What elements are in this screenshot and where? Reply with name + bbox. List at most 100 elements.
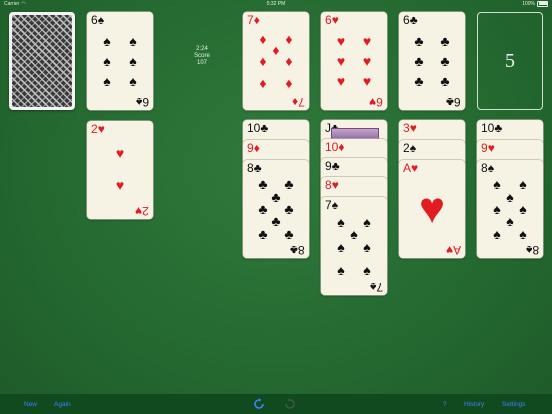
card-corner: 7♠ <box>325 198 339 212</box>
pip: ♠ <box>519 176 527 192</box>
card-corner: 7♦ <box>292 95 305 109</box>
pip: ♠ <box>493 201 501 217</box>
pip: ♠ <box>506 189 514 205</box>
pip: ♣ <box>271 213 281 229</box>
pip: ♥ <box>115 145 125 161</box>
cards-remaining-slot[interactable]: 5 <box>477 12 543 110</box>
card-corner: 2♠ <box>403 141 417 155</box>
undo-icon[interactable] <box>253 398 265 410</box>
card-corner: 10♣ <box>481 121 503 135</box>
pip: ♠ <box>129 53 137 69</box>
card-corner: 10♦ <box>325 140 345 154</box>
foundation-pile[interactable]: 7♦ ♦ ♦ ♦ ♦ ♦ ♦ ♦ 7♦ <box>243 12 309 110</box>
pip: ♣ <box>284 176 294 192</box>
card-corner: 8♣ <box>290 243 305 257</box>
pip: ♥ <box>362 53 372 69</box>
history-button[interactable]: History <box>464 401 484 408</box>
battery-icon <box>537 0 548 7</box>
pip: ♣ <box>284 201 294 217</box>
stock-pile[interactable] <box>9 12 75 110</box>
pip: ♠ <box>337 214 345 230</box>
pip: ♦ <box>285 75 293 91</box>
pip: ♦ <box>259 53 267 69</box>
pip: ♠ <box>519 226 527 242</box>
pip: ♥ <box>362 33 372 49</box>
score-label: Score <box>194 53 210 59</box>
card-corner: 6♠ <box>135 95 149 109</box>
pip: ♣ <box>414 73 424 89</box>
pip: ♥ <box>336 33 346 49</box>
pip: ♠ <box>363 239 371 255</box>
card-back-pattern <box>12 15 72 107</box>
pip: ♦ <box>285 31 293 47</box>
pip: ♠ <box>103 33 111 49</box>
pip: ♣ <box>271 189 281 205</box>
pip: ♠ <box>337 239 345 255</box>
card-corner: A♥ <box>403 161 419 175</box>
card-corner: 8♣ <box>247 161 262 175</box>
cards-remaining-count: 5 <box>505 49 515 72</box>
pip: ♠ <box>129 73 137 89</box>
pip: ♥ <box>336 53 346 69</box>
card-corner: 6♠ <box>91 13 105 27</box>
ace-pip: ♥ <box>418 184 446 233</box>
clock: 5:32 PM <box>266 1 286 7</box>
again-button[interactable]: Again <box>54 401 71 408</box>
pip: ♣ <box>414 53 424 69</box>
card-corner: 8♥ <box>325 178 339 192</box>
battery-text: 100% <box>522 1 535 7</box>
pip: ♠ <box>103 53 111 69</box>
waste-card[interactable]: 2♥ ♥ ♥ 2♥ <box>87 121 153 219</box>
battery-indicator: 100% <box>522 0 548 8</box>
card-corner: 3♥ <box>403 121 417 135</box>
tableau-card[interactable]: A♥ ♥ A♥ <box>399 160 465 258</box>
pip: ♠ <box>103 73 111 89</box>
card-corner: 7♠ <box>369 280 383 294</box>
new-game-button[interactable]: New <box>24 401 37 408</box>
card-corner: 9♦ <box>247 141 260 155</box>
pip: ♠ <box>350 226 358 242</box>
tableau-card[interactable]: 7♠ ♠ ♠ ♠ ♠ ♠ ♠ ♠ 7♠ <box>321 197 387 295</box>
tableau-card[interactable]: 8♣ ♣ ♣ ♣ ♣ ♣ ♣ ♣ ♣ 8♣ <box>243 160 309 258</box>
redo-icon[interactable] <box>284 398 296 410</box>
pip: ♠ <box>493 176 501 192</box>
pip: ♣ <box>284 226 294 242</box>
pip: ♠ <box>506 213 514 229</box>
pip: ♦ <box>259 75 267 91</box>
settings-button[interactable]: Settings <box>502 401 526 408</box>
foundation-pile[interactable]: 6♣ ♣ ♣ ♣ ♣ ♣ ♣ 6♣ <box>399 12 465 110</box>
pip: ♣ <box>440 53 450 69</box>
bottom-toolbar: New Again ? History Settings <box>0 394 552 414</box>
card-corner: A♥ <box>445 243 461 257</box>
card-corner: 6♥ <box>369 95 383 109</box>
pip: ♠ <box>129 33 137 49</box>
pip: ♦ <box>272 42 280 58</box>
pip: ♦ <box>285 53 293 69</box>
tableau-card[interactable]: 8♠ ♠ ♠ ♠ ♠ ♠ ♠ ♠ ♠ 8♠ <box>477 160 543 258</box>
help-button[interactable]: ? <box>443 401 447 408</box>
card-corner: 9♣ <box>325 159 340 173</box>
pip: ♥ <box>336 73 346 89</box>
pip: ♠ <box>363 262 371 278</box>
pip: ♠ <box>363 214 371 230</box>
pip: ♥ <box>362 73 372 89</box>
card-corner: 6♣ <box>403 13 418 27</box>
pip: ♣ <box>258 176 268 192</box>
card-corner: 2♥ <box>91 122 105 136</box>
game-stats: 2:24 Score 107 <box>182 46 222 67</box>
pip: ♣ <box>258 226 268 242</box>
card-corner: 8♠ <box>525 243 539 257</box>
card-corner: 2♥ <box>135 204 149 218</box>
card-corner: 6♥ <box>325 13 339 27</box>
card-corner: 10♣ <box>247 121 269 135</box>
card-corner: 7♦ <box>247 13 260 27</box>
pip: ♠ <box>519 201 527 217</box>
card-corner: 9♥ <box>481 141 495 155</box>
pip: ♠ <box>337 262 345 278</box>
pip: ♣ <box>258 201 268 217</box>
card-corner: 8♠ <box>481 161 495 175</box>
pip: ♠ <box>493 226 501 242</box>
waste-card[interactable]: 6♠ ♠ ♠ ♠ ♠ ♠ ♠ 6♠ <box>87 12 153 110</box>
foundation-pile[interactable]: 6♥ ♥ ♥ ♥ ♥ ♥ ♥ 6♥ <box>321 12 387 110</box>
elapsed-time: 2:24 <box>196 46 208 52</box>
